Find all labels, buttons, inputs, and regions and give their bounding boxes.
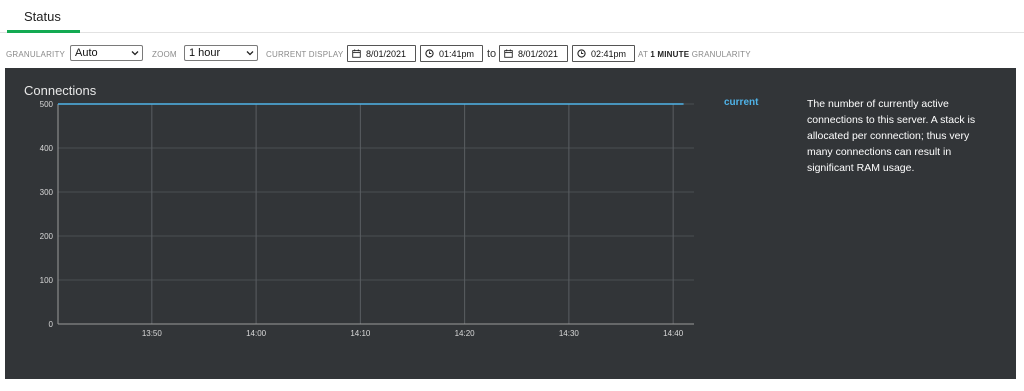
tab-bar: Status: [0, 0, 1024, 33]
zoom-select[interactable]: 1 hour: [184, 45, 258, 61]
start-time-field[interactable]: 01:41pm: [420, 45, 483, 62]
clock-icon: [577, 49, 586, 58]
x-tick-label: 13:50: [142, 329, 163, 338]
at-prefix: AT: [638, 50, 648, 59]
chart-axes: [57, 104, 694, 325]
legend-item-current[interactable]: current: [724, 97, 758, 108]
start-date-field[interactable]: 8/01/2021: [347, 45, 416, 62]
y-tick-label: 300: [40, 188, 54, 197]
display-toolbar: GRANULARITY Auto ZOOM 1 hour CURRENT DIS…: [0, 44, 1024, 64]
at-value: 1 MINUTE: [650, 50, 690, 59]
x-tick-label: 14:00: [246, 329, 267, 338]
x-tick-label: 14:40: [663, 329, 684, 338]
calendar-icon: [504, 49, 513, 58]
tab-status[interactable]: Status: [7, 0, 80, 33]
start-date-value: 8/01/2021: [366, 49, 407, 59]
end-date-value: 8/01/2021: [518, 49, 559, 59]
y-tick-label: 400: [40, 144, 54, 153]
connections-panel: Connections 0 100 200 300 400 500 13:50 14:00 14…: [5, 68, 1016, 379]
x-tick-label: 14:10: [350, 329, 371, 338]
y-tick-label: 500: [40, 100, 54, 109]
x-tick-label: 14:30: [559, 329, 580, 338]
granularity-summary: AT 1 MINUTE GRANULARITY: [638, 50, 751, 59]
granularity-label: GRANULARITY: [6, 50, 66, 59]
clock-icon: [425, 49, 434, 58]
chart-description: The number of currently active connectio…: [807, 98, 976, 174]
to-label: to: [487, 48, 497, 60]
chevron-down-icon: [131, 51, 139, 56]
y-tick-label: 200: [40, 232, 54, 241]
current-display-label: CURRENT DISPLAY: [266, 50, 344, 59]
chart-grid: [58, 103, 694, 324]
zoom-value: 1 hour: [189, 47, 221, 59]
end-time-value: 02:41pm: [591, 49, 627, 59]
at-suffix: GRANULARITY: [691, 50, 751, 59]
chevron-down-icon: [246, 51, 254, 56]
y-tick-label: 0: [49, 320, 54, 329]
zoom-label: ZOOM: [152, 50, 177, 59]
granularity-select[interactable]: Auto: [70, 45, 143, 61]
tab-status-label: Status: [24, 9, 61, 24]
calendar-icon: [352, 49, 361, 58]
start-time-value: 01:41pm: [439, 49, 475, 59]
y-tick-label: 100: [40, 276, 54, 285]
chart-tick-labels: 0 100 200 300 400 500 13:50 14:00 14:10 14:20 14:3…: [40, 100, 684, 338]
granularity-value: Auto: [75, 47, 98, 59]
end-time-field[interactable]: 02:41pm: [572, 45, 635, 62]
x-tick-label: 14:20: [455, 329, 476, 338]
end-date-field[interactable]: 8/01/2021: [499, 45, 568, 62]
